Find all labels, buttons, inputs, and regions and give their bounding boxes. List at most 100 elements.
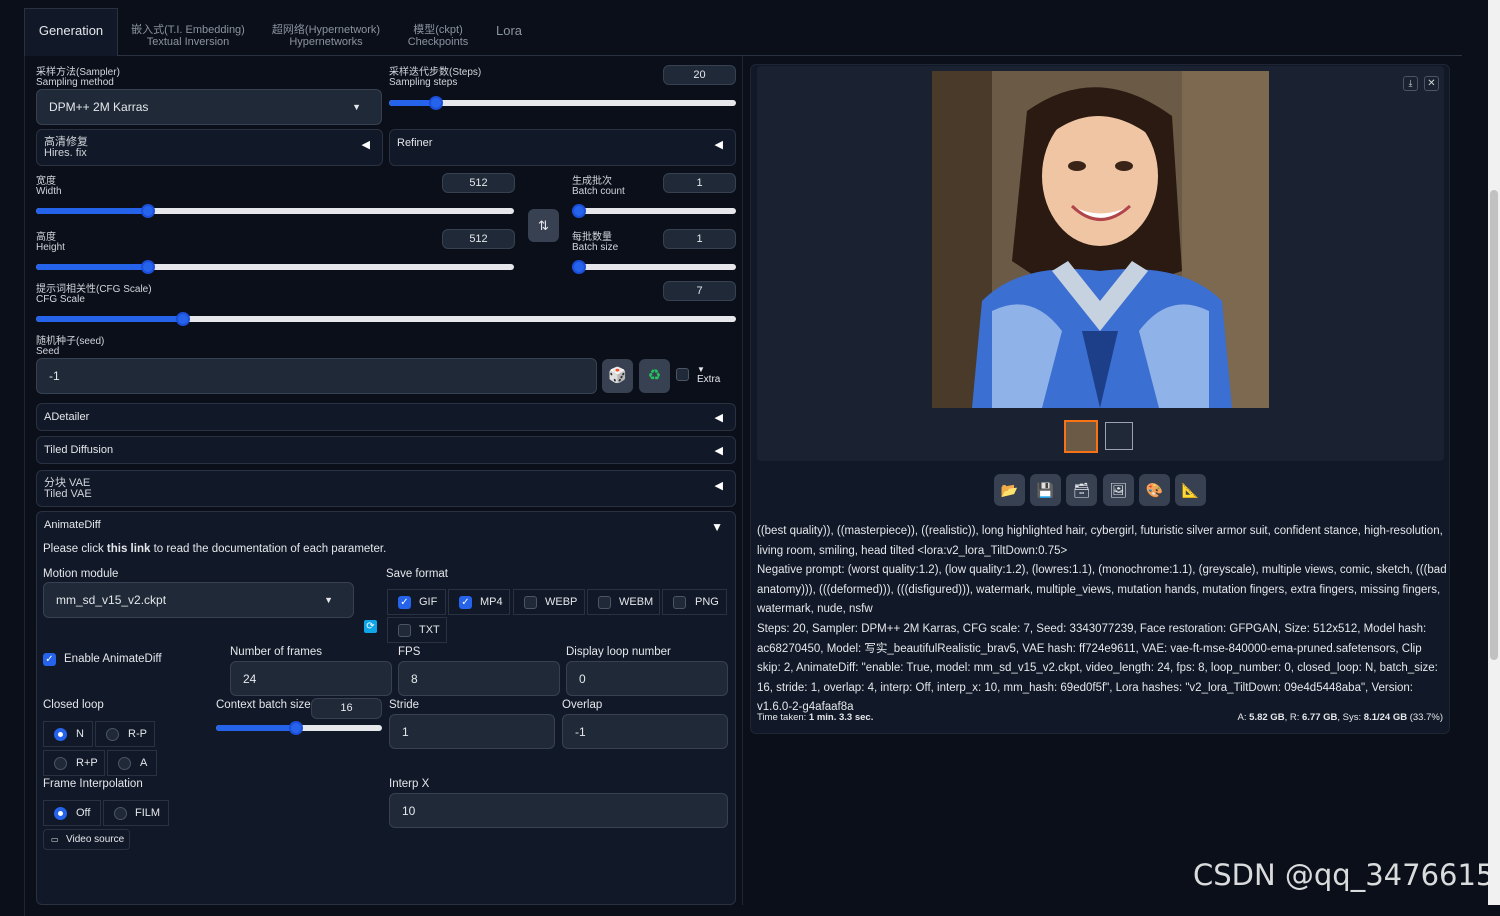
width-slider[interactable] [36, 204, 514, 218]
batch-size-slider-thumb[interactable] [572, 260, 586, 274]
motion-module-dropdown[interactable]: mm_sd_v15_v2.ckpt ▼ [43, 582, 354, 618]
sampler-dropdown[interactable]: DPM++ 2M Karras ▼ [36, 89, 382, 125]
swap-dimensions-icon[interactable]: ⇅ [528, 209, 559, 242]
doc-link[interactable]: this link [107, 543, 150, 555]
radio-unselected[interactable] [106, 728, 119, 741]
interp-x-input[interactable]: 10 [389, 793, 728, 828]
animatediff-label[interactable]: AnimateDiff [44, 520, 101, 531]
mp4-checkbox[interactable]: ✓ [459, 596, 472, 609]
stride-input[interactable]: 1 [389, 714, 555, 749]
cfg-label: 提示词相关性(CFG Scale) CFG Scale [36, 284, 152, 305]
radio-unselected[interactable] [54, 757, 67, 770]
tab-textual-inversion[interactable]: 嵌入式(T.I. Embedding) Textual Inversion [124, 8, 252, 56]
expand-arrow-icon[interactable]: ▼ [711, 520, 723, 534]
tab-lora[interactable]: Lora [486, 8, 532, 56]
adetailer-accordion[interactable]: ADetailer ◀ [36, 403, 736, 431]
zip-archive-icon[interactable]: 🗃 [1066, 474, 1097, 506]
thumbnail-1[interactable] [1064, 420, 1098, 453]
collapse-arrow-icon: ◀ [714, 480, 723, 492]
webm-checkbox[interactable] [598, 596, 611, 609]
steps-slider-thumb[interactable] [429, 96, 443, 110]
height-slider-thumb[interactable] [141, 260, 155, 274]
radio-unselected[interactable] [114, 807, 127, 820]
send-to-inpaint-icon[interactable]: 🎨 [1139, 474, 1170, 506]
scrollbar-thumb[interactable] [1490, 190, 1498, 660]
page-scrollbar[interactable] [1488, 0, 1500, 905]
format-webm-option[interactable]: WEBM [587, 589, 660, 615]
width-slider-thumb[interactable] [141, 204, 155, 218]
enable-animatediff-checkbox[interactable]: ✓ [43, 653, 56, 666]
steps-input[interactable]: 20 [663, 65, 736, 85]
tiled-diffusion-accordion[interactable]: Tiled Diffusion ◀ [36, 436, 736, 464]
fps-value: 8 [411, 672, 418, 686]
hires-fix-accordion[interactable]: 高清修复 Hires. fix ◀ [36, 129, 383, 166]
time-value: 1 min. 3.3 sec. [808, 712, 874, 723]
tab-hypernetworks[interactable]: 超网络(Hypernetwork) Hypernetworks [264, 8, 388, 56]
radio-selected[interactable] [54, 807, 67, 820]
loop-number-input[interactable]: 0 [566, 661, 728, 696]
txt-checkbox[interactable] [398, 624, 411, 637]
batch-count-slider-thumb[interactable] [572, 204, 586, 218]
format-webp-option[interactable]: WEBP [513, 589, 585, 615]
format-mp4-option[interactable]: ✓ MP4 [448, 589, 510, 615]
batch-size-input[interactable]: 1 [663, 229, 736, 249]
format-label: TXT [419, 624, 440, 636]
height-slider[interactable] [36, 260, 514, 274]
format-png-option[interactable]: PNG [662, 589, 727, 615]
download-icon[interactable]: ⤓ [1403, 76, 1418, 91]
height-input[interactable]: 512 [442, 229, 515, 249]
radio-selected[interactable] [54, 728, 67, 741]
format-txt-option[interactable]: TXT [387, 617, 447, 643]
interp-film[interactable]: FILM [103, 800, 169, 826]
format-label: MP4 [480, 596, 503, 608]
time-taken: Time taken: 1 min. 3.3 sec. [757, 712, 873, 723]
png-checkbox[interactable] [673, 596, 686, 609]
generated-image[interactable] [932, 71, 1269, 408]
cfg-slider-thumb[interactable] [176, 312, 190, 326]
width-input[interactable]: 512 [442, 173, 515, 193]
tiled-vae-accordion[interactable]: 分块 VAE Tiled VAE ◀ [36, 470, 736, 507]
panel-divider [742, 56, 743, 905]
format-gif-option[interactable]: ✓ GIF [387, 589, 446, 615]
extra-checkbox[interactable] [676, 368, 689, 381]
batch-count-slider[interactable] [572, 204, 736, 218]
refresh-icon[interactable]: ⟳ [364, 620, 377, 633]
memory-usage: A: 5.82 GB, R: 6.77 GB, Sys: 8.1/24 GB (… [1238, 712, 1443, 723]
closed-loop-n[interactable]: N [43, 721, 93, 747]
tab-checkpoints[interactable]: 模型(ckpt) Checkpoints [400, 8, 476, 56]
send-to-extras-icon[interactable]: 📐 [1175, 474, 1206, 506]
overlap-input[interactable]: -1 [562, 714, 728, 749]
closed-loop-a[interactable]: A [107, 750, 157, 776]
close-icon[interactable]: ✕ [1424, 76, 1439, 91]
mem-r-value: 6.77 GB [1301, 712, 1338, 723]
steps-slider[interactable] [389, 96, 736, 110]
save-icon[interactable]: 💾 [1030, 474, 1061, 506]
radio-unselected[interactable] [118, 757, 131, 770]
context-batch-size-slider[interactable] [216, 721, 382, 735]
mem-a-value: 5.82 GB [1249, 712, 1285, 723]
open-folder-icon[interactable]: 📂 [994, 474, 1025, 506]
extra-toggle[interactable]: ▼ Extra [697, 365, 720, 385]
reuse-seed-recycle-icon[interactable]: ♻ [639, 359, 670, 393]
batch-count-input[interactable]: 1 [663, 173, 736, 193]
fps-input[interactable]: 8 [398, 661, 560, 696]
interp-off[interactable]: Off [43, 800, 101, 826]
cfg-slider[interactable] [36, 312, 736, 326]
random-seed-dice-icon[interactable]: 🎲 [602, 359, 633, 393]
motion-module-label: Motion module [43, 568, 119, 580]
frames-input[interactable]: 24 [230, 661, 392, 696]
send-to-img2img-icon[interactable]: 🖼 [1103, 474, 1134, 506]
tab-generation[interactable]: Generation [24, 8, 118, 56]
video-source-button[interactable]: ▭ Video source [43, 829, 130, 850]
refiner-accordion[interactable]: Refiner ◀ [389, 129, 736, 166]
webp-checkbox[interactable] [524, 596, 537, 609]
context-batch-size-input[interactable]: 16 [311, 698, 382, 719]
cfg-input[interactable]: 7 [663, 281, 736, 301]
thumbnail-2[interactable] [1105, 422, 1133, 450]
closed-loop-rp[interactable]: R-P [95, 721, 155, 747]
closed-loop-rp-plus[interactable]: R+P [43, 750, 105, 776]
seed-input[interactable]: -1 [36, 358, 597, 394]
context-slider-thumb[interactable] [289, 721, 303, 735]
batch-size-slider[interactable] [572, 260, 736, 274]
gif-checkbox[interactable]: ✓ [398, 596, 411, 609]
